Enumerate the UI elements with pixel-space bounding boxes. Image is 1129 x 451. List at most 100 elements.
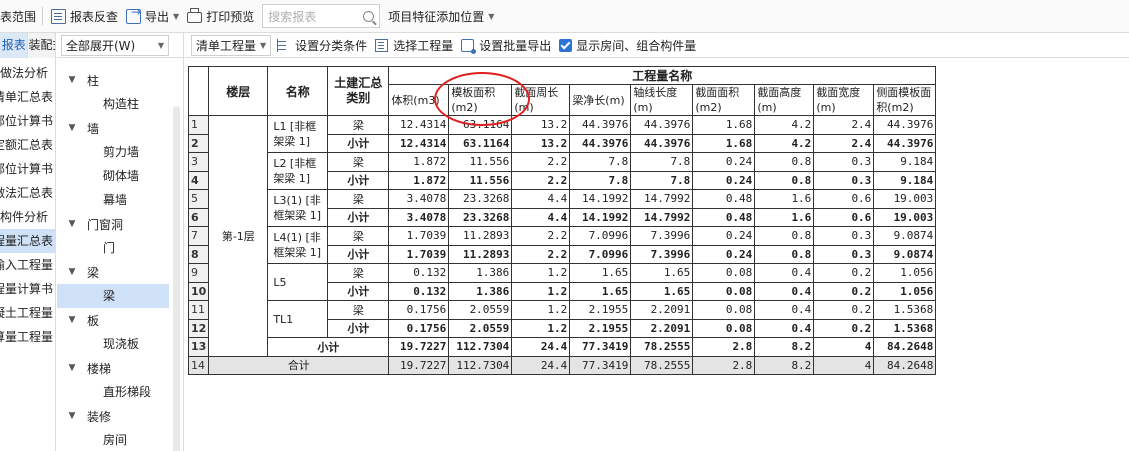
tree-leaf[interactable]: 砌体墙 [57,164,183,188]
value-cell: 4.2 [754,133,815,153]
set-range-button[interactable]: 设置报表范围 [0,3,38,29]
col-header-quantity[interactable]: 侧面模板面积(m2) [873,84,937,116]
report-list-panel: 报表 装配式 做法分析 清单汇总表 清单部位计算书 清单定额汇总表 清单定额部位… [0,33,56,451]
report-check-button[interactable]: 报表反查 [47,3,122,29]
collapse-icon[interactable]: ▼ [67,411,77,421]
checkbox-checked-icon[interactable] [559,38,573,52]
value-cell: 0.4 [754,281,815,301]
tree-node-stair[interactable]: ▼ 楼梯 [57,356,183,380]
tree-node-slab[interactable]: ▼ 板 [57,308,183,332]
collapse-icon[interactable]: ▼ [67,123,77,133]
set-category-button[interactable]: 设置分类条件 [277,37,367,54]
table-row[interactable]: 11 TL1 梁 0.1756 2.0559 1.2 2.1955 2.2091 0.08 0.4… [187,300,937,338]
report-list-item[interactable]: 绘图输入构件工程量计算书 [0,277,55,301]
grand-total-row[interactable]: 14 合计 19.7227 112.7304 24.4 77.3419 78.2555 2.8… [187,355,937,375]
value-cell: 44.3976 [569,115,632,135]
table-row[interactable]: 1 第-1层 L1 [非框架梁 1] 梁 12.4314 63.1164 13.2 44.39… [187,115,937,357]
floor-subtotal-row[interactable]: 13 小计 19.7227 112.7304 24.4 77.3419 78.2555 2.8… [187,337,937,357]
col-header-quantity[interactable]: 截面宽度(m) [813,84,875,116]
table-row[interactable]: 9 L5 梁 0.132 1.386 1.2 1.65 1.65 0.08 0.4 0.2 1.056 [187,263,937,301]
print-preview-button[interactable]: 打印预览 [183,3,258,29]
col-header-quantity[interactable]: 截面高度(m) [754,84,815,116]
collapse-icon[interactable]: ▼ [67,267,77,277]
report-list-item[interactable]: 清单定额汇总表 [0,133,55,157]
tab-report[interactable]: 报表 [0,33,28,58]
select-quantity-button[interactable]: 选择工程量 [375,37,453,54]
tree-leaf[interactable]: 剪力墙 [57,140,183,164]
search-input[interactable]: 搜索报表 [262,4,381,28]
tree-leaf-selected[interactable]: 梁 [57,284,169,308]
collapse-icon[interactable]: ▼ [67,315,77,325]
report-list-item[interactable]: 表格算量工程量 [0,325,55,349]
tree-node-column[interactable]: ▼ 柱 [57,68,183,92]
tree-leaf[interactable]: 现浇板 [57,332,183,356]
report-list-item[interactable]: 构件绘图输入工程量 [0,253,55,277]
tree-node-openings[interactable]: ▼ 门窗洞 [57,212,183,236]
col-header-name[interactable]: 名称 [267,66,329,116]
value-cell: 0.2 [813,318,875,338]
col-header-floor[interactable]: 楼层 [208,66,269,116]
table-row[interactable]: 7 L4(1) [非框架梁 1] 梁 1.7039 11.2893 2.2 7.0996 7.… [187,226,937,264]
col-header-quantity[interactable]: 梁净长(m) [569,84,632,116]
report-list-item[interactable]: 清单部位计算书 [0,109,55,133]
value-cell: 2.8 [692,355,756,375]
value-cell: 0.24 [692,226,756,246]
search-icon[interactable] [363,10,375,22]
tree-scrollbar[interactable] [173,106,180,451]
col-header-quantity[interactable]: 模板面积(m2) [448,84,513,116]
export-button[interactable]: 导出 ▼ [122,3,183,29]
collapse-icon[interactable]: ▼ [67,363,77,373]
col-header-quantity[interactable]: 体积(m3) [388,84,450,116]
collapse-icon[interactable]: ▼ [67,75,77,85]
col-header-category[interactable]: 土建汇总类别 [327,66,390,116]
tree-leaf[interactable]: 门 [57,236,183,260]
tab-prefab[interactable]: 装配式 [27,33,55,58]
report-list-item[interactable]: 高强节点混凝土工程量 [0,301,55,325]
value-cell: 1.6 [754,189,815,209]
report-list-item[interactable]: 构件做法汇总表 [0,181,55,205]
tree-leaf[interactable]: 构造柱 [57,92,183,116]
tree-leaf[interactable]: 房间 [57,428,183,451]
value-cell: 1.65 [630,263,694,283]
collapse-icon[interactable]: ▼ [67,219,77,229]
value-cell: 1.386 [448,281,513,301]
tree-node-decoration[interactable]: ▼ 装修 [57,404,183,428]
value-cell: 1.68 [692,133,756,153]
tree-node-wall[interactable]: ▼ 墙 [57,116,183,140]
subtotal-label: 小计 [327,133,390,153]
batch-export-button[interactable]: 设置批量导出 [461,37,551,54]
row-number: 4 [187,170,210,190]
value-cell: 0.3 [813,244,875,264]
value-cell: 0.1756 [388,318,450,338]
col-header-quantity[interactable]: 轴线长度(m) [630,84,694,116]
value-cell: 7.8 [630,170,694,190]
col-header-quantity[interactable]: 截面面积(m2) [692,84,756,116]
name-cell: L1 [非框架梁 1] [267,115,329,153]
value-cell: 1.65 [569,281,632,301]
col-header-quantity[interactable]: 截面周长(m) [511,84,571,116]
report-list-item-selected[interactable]: 绘图输入工程量汇总表 [0,229,55,253]
add-position-dropdown[interactable]: 项目特征添加位置 ▼ [384,3,498,29]
value-cell: 0.8 [754,170,815,190]
report-list-item[interactable]: 清单汇总表 [0,85,55,109]
expand-all-dropdown[interactable]: 全部展开(W) ▼ [61,34,169,56]
value-cell: 7.8 [630,152,694,172]
value-cell: 1.65 [630,281,694,301]
value-cell: 0.8 [754,244,815,264]
show-rooms-checkbox[interactable]: 显示房间、组合构件量 [559,37,696,54]
row-number: 6 [187,207,210,227]
report-list-item[interactable]: 做法分析 [0,61,55,85]
name-cell: L4(1) [非框架梁 1] [267,226,329,264]
tree-leaf[interactable]: 直形梯段 [57,380,183,404]
quantity-mode-dropdown[interactable]: 清单工程量 ▼ [191,34,272,56]
tree-leaf[interactable]: 幕墙 [57,188,183,212]
value-cell: 11.556 [448,170,513,190]
report-list-item[interactable]: 构件分析 [0,205,55,229]
value-cell: 0.8 [754,226,815,246]
table-row[interactable]: 5 L3(1) [非框架梁 1] 梁 3.4078 23.3268 4.4 14.1992 1… [187,189,937,227]
table-row[interactable]: 3 L2 [非框架梁 1] 梁 1.872 11.556 2.2 7.8 7.8 0.24 0.8… [187,152,937,190]
report-list-item[interactable]: 清单定额部位计算书 [0,157,55,181]
value-cell: 0.3 [813,152,875,172]
tree-node-beam[interactable]: ▼ 梁 [57,260,183,284]
list-icon [375,38,389,52]
